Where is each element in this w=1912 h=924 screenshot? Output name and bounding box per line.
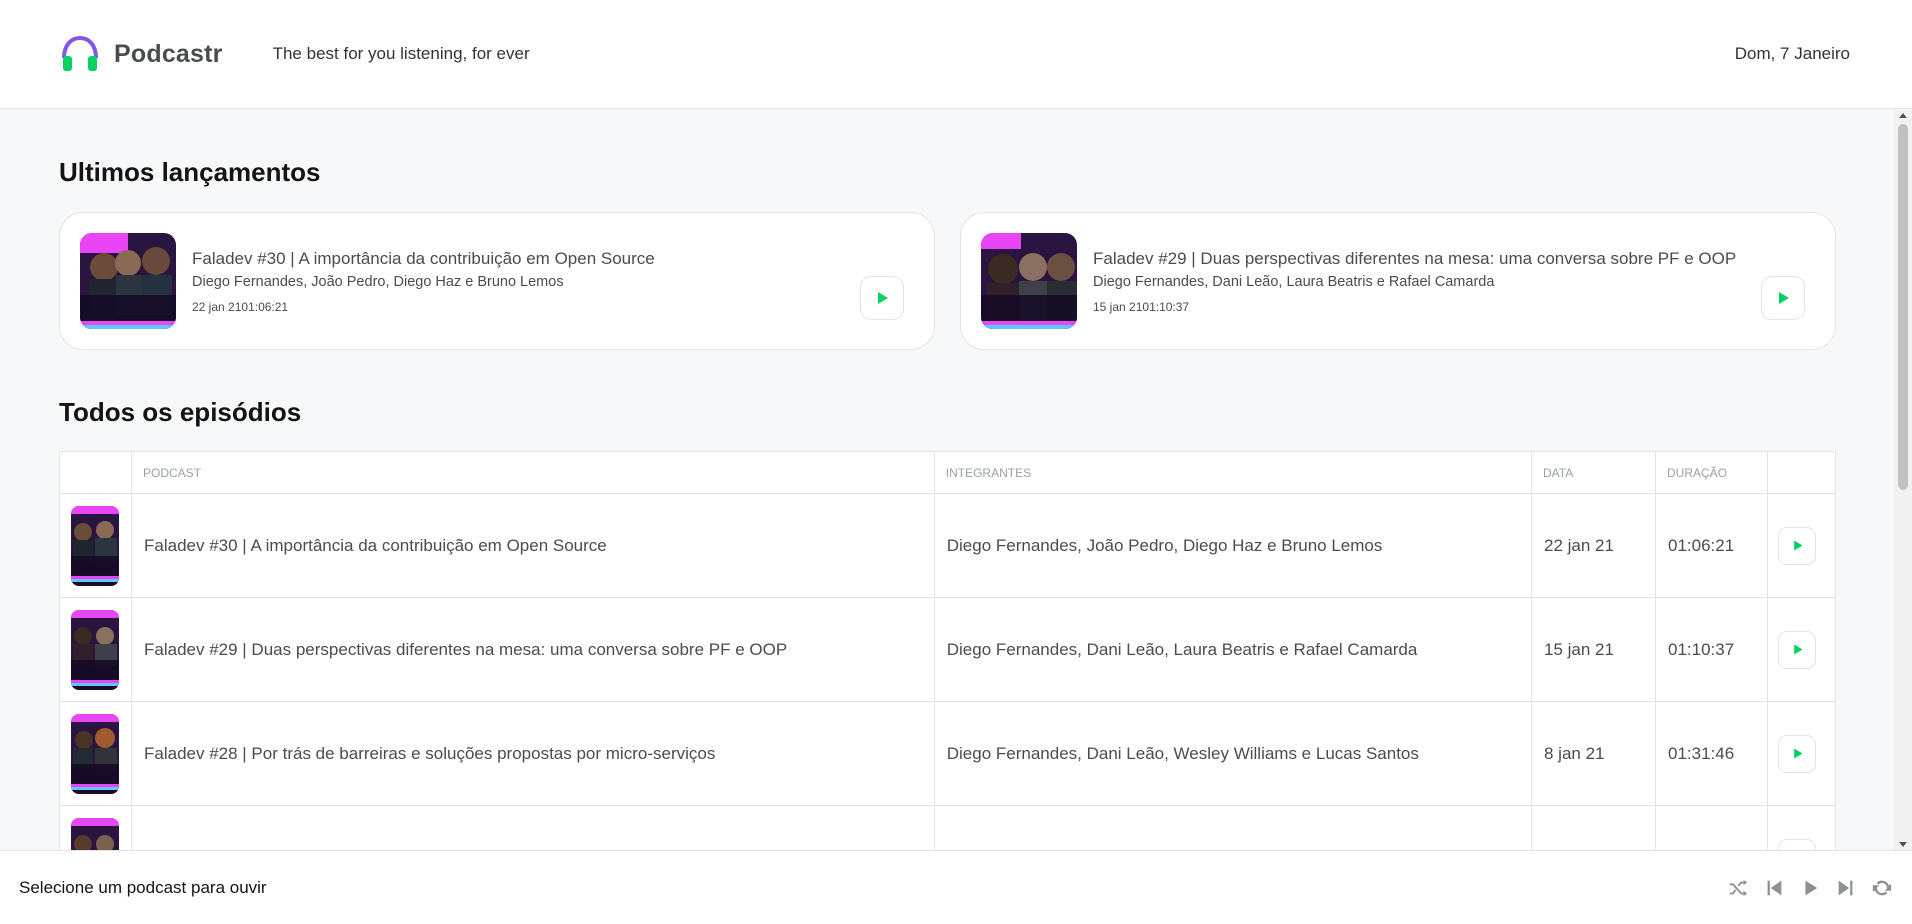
episode-duration: 01:06:21 bbox=[1655, 493, 1768, 598]
episodes-table: Podcast Integrantes Data Duração bbox=[59, 451, 1836, 850]
latest-episode-members: Diego Fernandes, João Pedro, Diego Haz e… bbox=[192, 274, 564, 291]
play-icon bbox=[878, 292, 888, 304]
episode-title[interactable]: Faladev #29 | Duas perspectivas diferent… bbox=[131, 597, 935, 702]
app-header: Podcastr The best for you listening, for… bbox=[0, 0, 1912, 109]
next-icon bbox=[1838, 880, 1853, 895]
latest-section-title: Ultimos lançamentos bbox=[59, 157, 321, 187]
column-header-podcast: Podcast bbox=[131, 451, 935, 494]
vertical-scrollbar[interactable] bbox=[1894, 110, 1912, 850]
column-header-action bbox=[1767, 451, 1836, 494]
previous-icon bbox=[1767, 880, 1782, 895]
episode-duration: 01:10:37 bbox=[1655, 597, 1768, 702]
latest-episode-members: Diego Fernandes, Dani Leão, Laura Beatri… bbox=[1093, 274, 1495, 291]
main-content: Ultimos lançamentos Faladev #30 | A impo… bbox=[0, 110, 1894, 850]
latest-episode-title[interactable]: Faladev #29 | Duas perspectivas diferent… bbox=[1093, 248, 1815, 271]
episode-title[interactable]: Faladev #28 | Por trás de barreiras e so… bbox=[131, 701, 935, 806]
episode-thumbnail bbox=[80, 233, 176, 329]
play-button[interactable] bbox=[860, 276, 904, 320]
shuffle-button[interactable] bbox=[1727, 877, 1749, 899]
scroll-up-icon[interactable] bbox=[1899, 113, 1907, 118]
episode-date: 22 jan 21 bbox=[1531, 493, 1656, 598]
column-header-thumbnail bbox=[59, 451, 132, 494]
episode-members: Diego Fernandes, Dani Leão, Wesley Willi… bbox=[933, 701, 1533, 806]
episode-members: Diego Fernandes, Dani Leão, Laura Beatri… bbox=[933, 597, 1533, 702]
latest-episode-date: 22 jan 21 bbox=[192, 300, 242, 315]
scrollbar-thumb[interactable] bbox=[1898, 124, 1908, 490]
player-bar: Selecione um podcast para ouvir bbox=[0, 850, 1912, 924]
episode-thumbnail bbox=[71, 817, 119, 850]
play-button[interactable] bbox=[1778, 526, 1816, 565]
current-date: Dom, 7 Janeiro bbox=[1734, 44, 1850, 63]
latest-episode-card[interactable]: Faladev #29 | Duas perspectivas diferent… bbox=[960, 212, 1836, 350]
episode-thumbnail bbox=[981, 233, 1077, 329]
table-row bbox=[59, 805, 1836, 850]
logo: Podcastr bbox=[60, 34, 223, 74]
episode-date: 8 jan 21 bbox=[1531, 701, 1656, 806]
headphones-icon bbox=[62, 35, 98, 71]
episode-date: 15 jan 21 bbox=[1531, 597, 1656, 702]
play-button[interactable] bbox=[1778, 734, 1816, 773]
latest-episodes-list: Faladev #30 | A importância da contribui… bbox=[59, 212, 1836, 350]
next-button[interactable] bbox=[1835, 877, 1857, 899]
latest-episode-card[interactable]: Faladev #30 | A importância da contribui… bbox=[59, 212, 935, 350]
episode-duration: 01:31:46 bbox=[1655, 701, 1768, 806]
play-icon bbox=[1793, 644, 1802, 655]
play-button[interactable] bbox=[1778, 630, 1816, 669]
table-header-row: Podcast Integrantes Data Duração bbox=[59, 451, 1836, 494]
repeat-icon bbox=[1872, 880, 1892, 895]
table-row: Faladev #28 | Por trás de barreiras e so… bbox=[59, 701, 1836, 806]
play-icon bbox=[1805, 880, 1818, 895]
column-header-duration: Duração bbox=[1655, 451, 1768, 494]
play-icon bbox=[1793, 748, 1802, 759]
app-name: Podcastr bbox=[114, 39, 223, 68]
play-button[interactable] bbox=[1778, 838, 1816, 850]
episode-thumbnail bbox=[71, 505, 119, 586]
all-episodes-title: Todos os episódios bbox=[59, 397, 302, 427]
column-header-members: Integrantes bbox=[933, 451, 1533, 494]
latest-episode-duration: 01:10:37 bbox=[1142, 300, 1190, 315]
latest-episode-title[interactable]: Faladev #30 | A importância da contribui… bbox=[192, 248, 914, 271]
play-button[interactable] bbox=[1761, 276, 1805, 320]
scroll-down-icon[interactable] bbox=[1899, 842, 1907, 847]
tagline: The best for you listening, for ever bbox=[272, 44, 530, 63]
repeat-button[interactable] bbox=[1871, 877, 1893, 899]
player-controls bbox=[1727, 877, 1893, 899]
column-header-date: Data bbox=[1531, 451, 1656, 494]
table-row: Faladev #29 | Duas perspectivas diferent… bbox=[59, 597, 1836, 702]
latest-episode-date: 15 jan 21 bbox=[1093, 300, 1143, 315]
episode-thumbnail bbox=[71, 609, 119, 690]
shuffle-icon bbox=[1729, 879, 1748, 896]
player-empty-text: Selecione um podcast para ouvir bbox=[19, 877, 267, 897]
episode-members: Diego Fernandes, João Pedro, Diego Haz e… bbox=[933, 493, 1533, 598]
play-icon bbox=[1793, 540, 1802, 551]
episode-title[interactable]: Faladev #30 | A importância da contribui… bbox=[131, 493, 935, 598]
latest-episode-duration: 01:06:21 bbox=[241, 300, 289, 315]
play-pause-button[interactable] bbox=[1799, 877, 1821, 899]
table-row: Faladev #30 | A importância da contribui… bbox=[59, 493, 1836, 598]
episode-thumbnail bbox=[71, 713, 119, 794]
play-icon bbox=[1779, 292, 1789, 304]
previous-button[interactable] bbox=[1763, 877, 1785, 899]
